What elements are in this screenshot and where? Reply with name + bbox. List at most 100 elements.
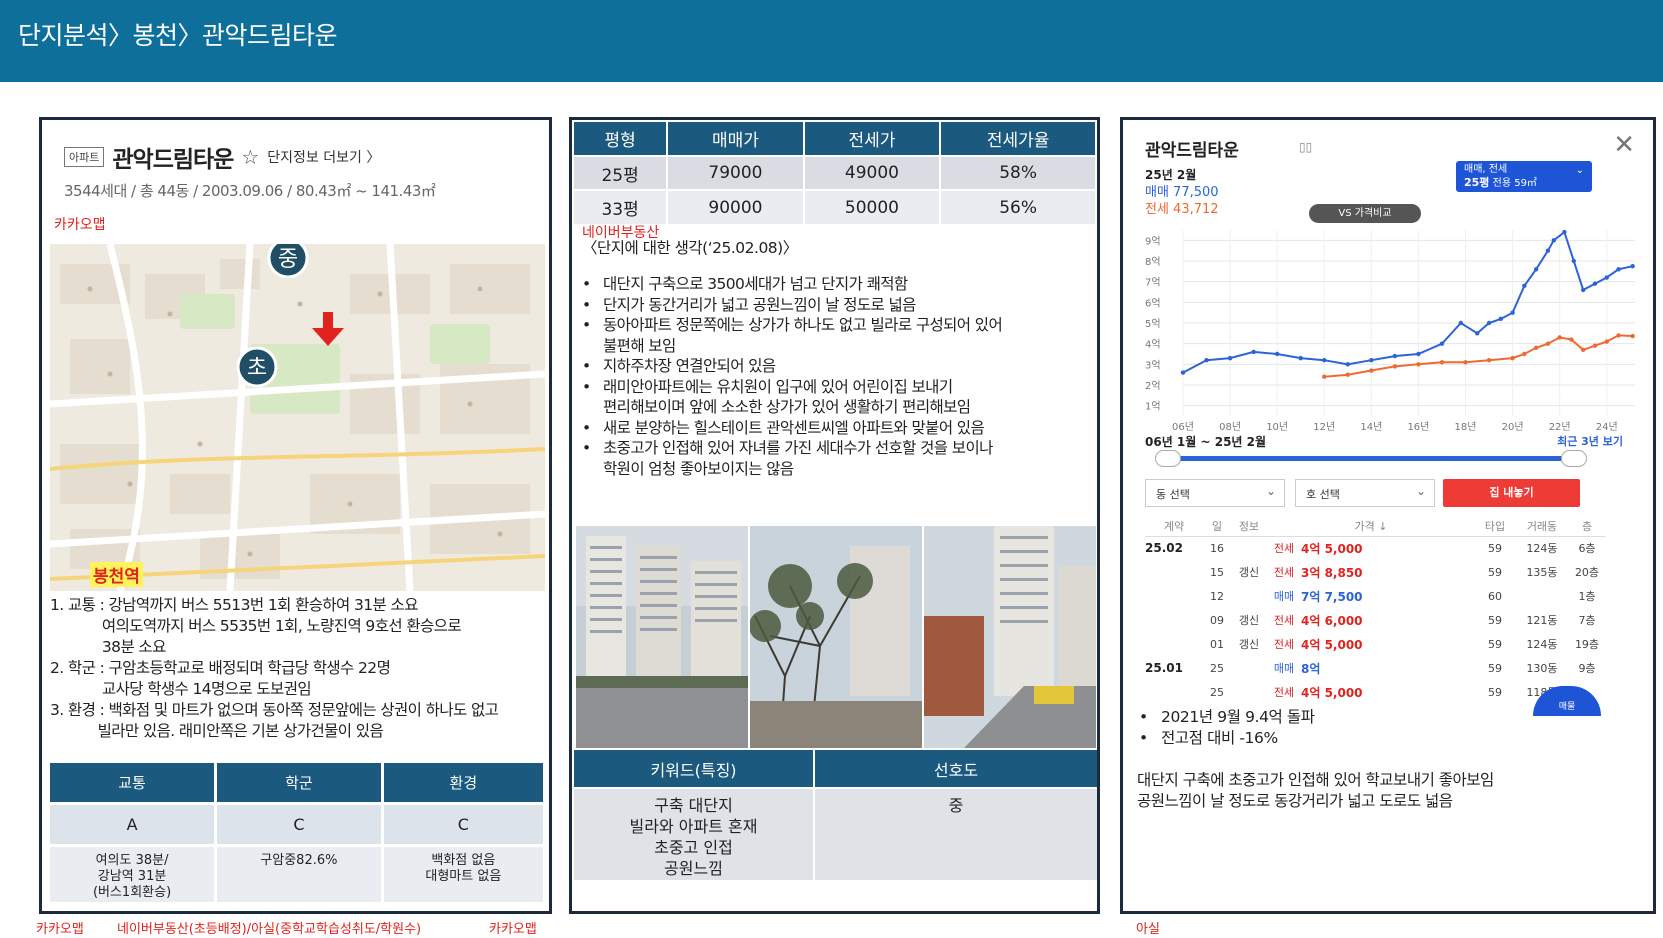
summary-line: 공원느낌이 날 정도로 동강거리가 넓고 도로도 넓음 <box>1137 792 1453 810</box>
jeonse-price-label: 전세 43,712 <box>1145 202 1219 217</box>
tx-kind: 전세 <box>1273 686 1295 699</box>
tx-day: 12 <box>1210 589 1224 603</box>
chart-series <box>1180 229 1635 379</box>
data-point <box>1463 360 1468 365</box>
data-point <box>1369 368 1374 373</box>
type-select[interactable]: 매매, 전세 25평 전용 59㎡ ⌄ <box>1456 161 1592 192</box>
book-icon[interactable]: ▯▯ <box>1299 140 1312 154</box>
tx-kind: 전세 <box>1273 614 1295 627</box>
grade-detail: 백화점 없음 대형마트 없음 <box>382 843 543 902</box>
table-row: 33평 90000 50000 56% <box>574 189 1095 224</box>
table-row[interactable]: 25.01 25 매매 8억 59 130동 9층 <box>1145 656 1605 680</box>
list-house-button[interactable]: 집 내놓기 <box>1443 479 1580 507</box>
list-item: 래미안아파트에는 유치원이 입구에 있어 어린이집 보내기 <box>582 377 1082 398</box>
dong-select[interactable]: 동 선택 ⌄ <box>1145 479 1285 507</box>
note-line: 3. 환경 : 백화점 및 마트가 없으며 동아쪽 정문앞에는 상권이 하나도 … <box>50 701 499 719</box>
middle-school-marker[interactable]: 중 <box>267 244 309 279</box>
chart-app-title: 관악드림타운 <box>1145 141 1239 161</box>
list-item: 대단지 구축으로 3500세대가 넘고 단지가 쾌적함 <box>582 274 1082 295</box>
period-slider-track[interactable] <box>1167 456 1573 461</box>
grade-detail: 구암중82.6% <box>215 843 384 902</box>
grade-detail: 여의도 38분/ 강남역 31분 (버스1회환승) <box>50 843 218 902</box>
data-point <box>1227 355 1233 361</box>
table-row[interactable]: 09 갱신 전세 4억 6,000 59 121동 7층 <box>1145 608 1605 632</box>
data-point <box>1616 267 1621 272</box>
y-tick-label: 2억 <box>1145 380 1161 392</box>
tx-price: 4억 5,000 <box>1301 637 1363 652</box>
data-point <box>1545 248 1551 253</box>
tx-kind: 전세 <box>1273 638 1295 651</box>
note-line: 1. 교통 : 강남역까지 버스 5513번 1회 환승하여 31분 소요 <box>50 596 418 614</box>
tx-header[interactable]: 가격 ↓ <box>1267 517 1475 537</box>
tx-price: 4억 5,000 <box>1301 541 1363 556</box>
table-row[interactable]: 25.02 16 전세 4억 5,000 59 124동 6층 <box>1145 536 1605 560</box>
chevron-down-icon: ⌄ <box>1575 165 1584 176</box>
recent-3y-button[interactable]: 최근 3년 보기 <box>1557 433 1623 449</box>
data-point <box>1180 370 1186 375</box>
price-line-chart: 9억 8억 7억 6억 5억 4억 3억 2억 1억 06년 08년 10년 12년 14년 16년 18년… <box>1145 229 1635 432</box>
favorite-star-icon[interactable]: ☆ <box>241 145 259 169</box>
price-header: 전세가 <box>803 122 942 156</box>
tx-floor: 19층 <box>1574 638 1600 651</box>
type-select-kind: 매매, 전세 <box>1464 164 1508 175</box>
data-point <box>1251 349 1256 355</box>
period-slider-end-handle[interactable] <box>1561 450 1587 467</box>
tx-info: 갱신 <box>1238 638 1260 651</box>
data-point <box>1369 358 1374 363</box>
tx-info <box>1231 536 1267 560</box>
price-header: 매매가 <box>667 122 805 156</box>
tx-dong: 121동 <box>1526 614 1558 627</box>
close-icon[interactable]: ✕ <box>1613 130 1635 160</box>
source-label: 네이버부동산(초등배정)/아실(중학교학습성취도/학원수) <box>117 922 422 937</box>
tx-info <box>1231 656 1267 680</box>
tx-day: 09 <box>1210 613 1224 627</box>
complex-info-more-link[interactable]: 단지정보 더보기 〉 <box>267 147 380 167</box>
data-point <box>1522 351 1527 357</box>
data-point <box>1616 333 1621 338</box>
tx-header: 층 <box>1569 517 1605 537</box>
data-point <box>1416 362 1421 367</box>
table-row[interactable]: 01 갱신 전세 4억 5,000 59 124동 19층 <box>1145 632 1605 656</box>
price-cell: 79000 <box>667 155 805 190</box>
list-item: 불편해 보임 <box>603 336 676 355</box>
site-photo-apartments <box>576 526 748 748</box>
list-item: 편리해보이며 앞에 소소한 상가가 있어 생활하기 편리해보임 <box>603 398 971 416</box>
y-tick-label: 9억 <box>1145 235 1161 247</box>
data-point <box>1533 345 1539 350</box>
tx-kind: 매매 <box>1273 662 1295 675</box>
tx-info: 갱신 <box>1238 614 1260 627</box>
period-slider-start-handle[interactable] <box>1155 450 1181 467</box>
grade-header: 학군 <box>215 763 384 803</box>
apartment-meta: 3544세대 / 총 44동 / 2003.09.06 / 80.43㎡ ~ 1… <box>64 182 436 200</box>
data-point <box>1439 360 1445 365</box>
elementary-school-marker[interactable]: 초 <box>236 346 278 388</box>
ho-select[interactable]: 호 선택 ⌄ <box>1295 479 1435 507</box>
chevron-down-icon: ⌄ <box>1415 484 1426 498</box>
location-map[interactable]: 중 초 <box>50 244 545 591</box>
table-row[interactable]: 15 갱신 전세 3억 8,850 59 135동 20층 <box>1145 560 1605 584</box>
note-line: 교사당 학생수 14명으로 도보권임 <box>50 680 312 698</box>
tx-header: 일 <box>1203 517 1231 537</box>
tx-price: 4억 5,000 <box>1301 685 1363 700</box>
tx-price: 3억 8,850 <box>1301 565 1363 580</box>
tx-floor: 7층 <box>1578 614 1596 627</box>
tx-header: 거래동 <box>1515 517 1569 537</box>
x-tick-label: 08년 <box>1219 421 1241 432</box>
grade-value: A <box>50 801 218 845</box>
tx-floor: 9층 <box>1578 662 1596 675</box>
grade-table: 교통 학군 환경 A C C 여의도 38분/ 강남역 31분 (버스1회환승)… <box>50 763 543 902</box>
tx-dong <box>1515 584 1569 608</box>
middle-school-marker-label: 중 <box>278 247 298 272</box>
table-row[interactable]: 12 매매 7억 7,500 60 1층 <box>1145 584 1605 608</box>
y-tick-label: 7억 <box>1145 277 1161 289</box>
data-point <box>1581 347 1586 353</box>
transaction-table: 계약 일 정보 가격 ↓ 타입 거래동 층 25.02 16 전세 4억 5,0… <box>1145 517 1605 704</box>
type-select-size: 25평 <box>1464 176 1490 189</box>
data-point <box>1204 358 1209 363</box>
apartment-header: 아파트 관악드림타운 ☆ 단지정보 더보기 〉 <box>64 140 380 174</box>
tx-type: 59 <box>1488 541 1502 555</box>
data-point <box>1392 364 1398 369</box>
tx-date: 25.02 <box>1145 541 1183 556</box>
y-tick-label: 8억 <box>1145 256 1161 268</box>
tx-day: 25 <box>1210 661 1224 675</box>
